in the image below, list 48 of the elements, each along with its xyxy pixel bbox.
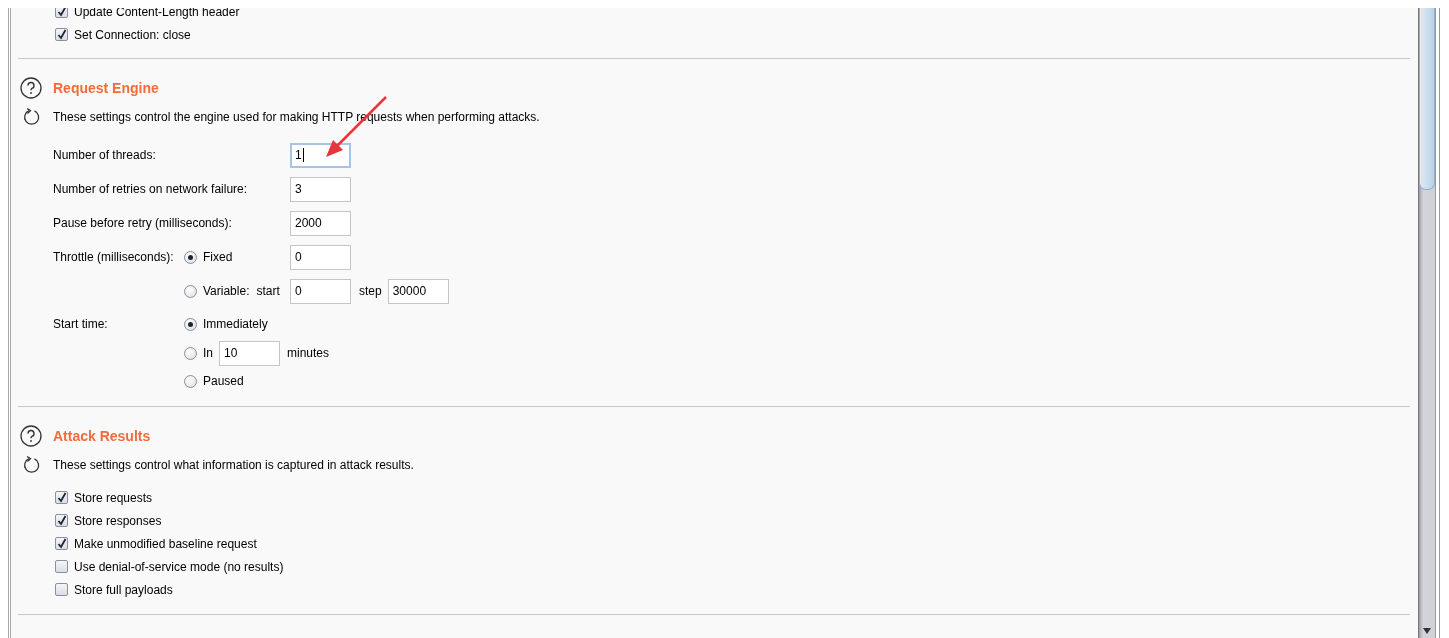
checkbox[interactable]: [55, 491, 68, 504]
radio-button[interactable]: [184, 284, 197, 298]
refresh-icon[interactable]: [22, 107, 42, 127]
field-label: Number of retries on network failure:: [53, 182, 249, 196]
checkbox[interactable]: [55, 537, 68, 550]
radio-label: Fixed: [203, 250, 233, 264]
start-label: start: [256, 284, 280, 298]
checkbox[interactable]: [55, 28, 68, 41]
radio-label: Immediately: [203, 317, 268, 331]
section-title: Request Engine: [53, 80, 159, 96]
checkbox-label: Store responses: [74, 513, 162, 528]
checkbox-label: Store requests: [74, 490, 153, 505]
checkbox-label: Use denial-of-service mode (no results): [74, 559, 284, 574]
section-title: Attack Results: [53, 428, 151, 444]
checkbox[interactable]: [55, 514, 68, 527]
radio-button[interactable]: [184, 346, 197, 360]
unit-label: minutes: [287, 346, 330, 360]
field-label: Pause before retry (milliseconds):: [53, 216, 233, 230]
checkbox[interactable]: [55, 583, 68, 596]
scrollbar[interactable]: [1418, 8, 1435, 638]
checkbox-label: Set Connection: close: [74, 27, 191, 42]
radio-label: In: [203, 346, 213, 360]
checkbox[interactable]: [55, 560, 68, 573]
text-field[interactable]: 1: [290, 142, 351, 168]
scrollbar-thumb[interactable]: [1419, 8, 1435, 190]
radio-button[interactable]: [184, 317, 197, 331]
field-label: Number of threads:: [53, 148, 157, 162]
radio-button[interactable]: [184, 374, 197, 388]
section-description: These settings control what information is captured in attack results.: [53, 458, 414, 472]
text-field[interactable]: 0: [290, 278, 351, 304]
text-field[interactable]: 3: [290, 176, 351, 202]
help-icon[interactable]: [20, 77, 42, 99]
scroll-down-icon[interactable]: [1423, 628, 1431, 634]
step-label: step: [359, 284, 382, 298]
text-field[interactable]: 2000: [290, 210, 351, 236]
checkbox-label: Make unmodified baseline request: [74, 536, 257, 551]
checkbox[interactable]: [55, 8, 68, 18]
radio-label: Paused: [203, 374, 244, 388]
field-label: Throttle (milliseconds):: [53, 250, 175, 264]
text-field[interactable]: 30000: [387, 278, 449, 304]
radio-label: Variable:: [203, 284, 250, 298]
radio-button[interactable]: [184, 250, 197, 264]
checkbox-label: Store full payloads: [74, 582, 173, 597]
refresh-icon[interactable]: [22, 455, 42, 475]
field-label: Start time:: [53, 317, 109, 331]
help-icon[interactable]: [20, 425, 42, 447]
text-field[interactable]: 10: [219, 340, 280, 366]
text-field[interactable]: 0: [290, 244, 351, 270]
